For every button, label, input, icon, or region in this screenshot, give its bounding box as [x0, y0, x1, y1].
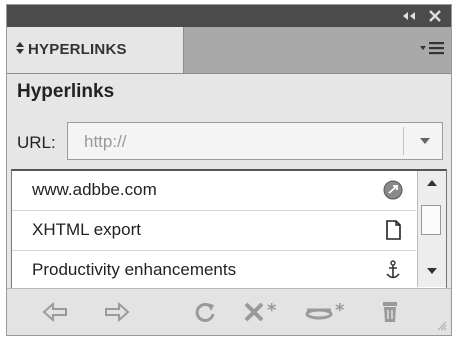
double-arrow-icon — [16, 42, 24, 54]
chevron-down-icon — [420, 138, 430, 144]
close-icon — [429, 10, 441, 22]
url-value[interactable]: http:// — [84, 132, 127, 152]
resize-grip-icon[interactable] — [435, 319, 447, 331]
list-item-label: www.adbbe.com — [32, 180, 157, 199]
new-cross-reference-icon[interactable]: * — [303, 299, 363, 325]
list-item[interactable]: www.adbbe.com — [12, 171, 416, 211]
hyperlinks-list: www.adbbe.com XHTML export Productivity … — [11, 169, 447, 289]
close-panel-button[interactable] — [425, 7, 445, 25]
collapse-panel-button[interactable] — [397, 7, 421, 25]
url-globe-icon — [383, 180, 403, 200]
tab-hyperlinks[interactable]: HYPERLINKS — [7, 27, 184, 73]
list-item[interactable]: Productivity enhancements — [12, 251, 416, 291]
tab-label-text: HYPERLINKS — [28, 41, 127, 58]
panel-menu-button[interactable] — [419, 39, 445, 62]
svg-text:*: * — [267, 300, 277, 321]
scroll-up-icon[interactable] — [426, 178, 438, 188]
panel-bottom-toolbar: * * — [7, 288, 451, 335]
page-icon — [386, 220, 401, 240]
new-hyperlink-icon[interactable]: * — [243, 299, 293, 325]
panel-tab-row: HYPERLINKS — [7, 27, 451, 74]
scroll-down-icon[interactable] — [426, 266, 438, 276]
tab-label: HYPERLINKS — [15, 41, 127, 58]
panel-titlebar — [7, 5, 451, 27]
list-item-label: XHTML export — [32, 220, 141, 239]
anchor-icon — [386, 260, 400, 279]
panel-header-title: Hyperlinks — [17, 81, 115, 102]
url-label: URL: — [17, 133, 56, 152]
arrow-right-icon[interactable] — [103, 299, 131, 325]
list-item[interactable]: XHTML export — [12, 211, 416, 251]
hyperlinks-panel: HYPERLINKS Hyperlinks URL: http:// www.a… — [6, 4, 452, 336]
collapse-icon — [403, 12, 415, 20]
list-item-label: Productivity enhancements — [32, 260, 237, 279]
svg-text:*: * — [335, 300, 345, 321]
scrollbar-thumb[interactable] — [421, 205, 441, 235]
arrow-left-icon[interactable] — [41, 299, 69, 325]
trash-icon[interactable] — [379, 299, 401, 325]
url-dropdown-button[interactable] — [418, 136, 432, 149]
list-scrollbar[interactable] — [417, 171, 446, 287]
url-field-divider — [403, 127, 404, 155]
refresh-icon[interactable] — [191, 299, 219, 325]
panel-menu-icon — [420, 42, 444, 55]
url-field[interactable]: http:// — [67, 122, 443, 160]
